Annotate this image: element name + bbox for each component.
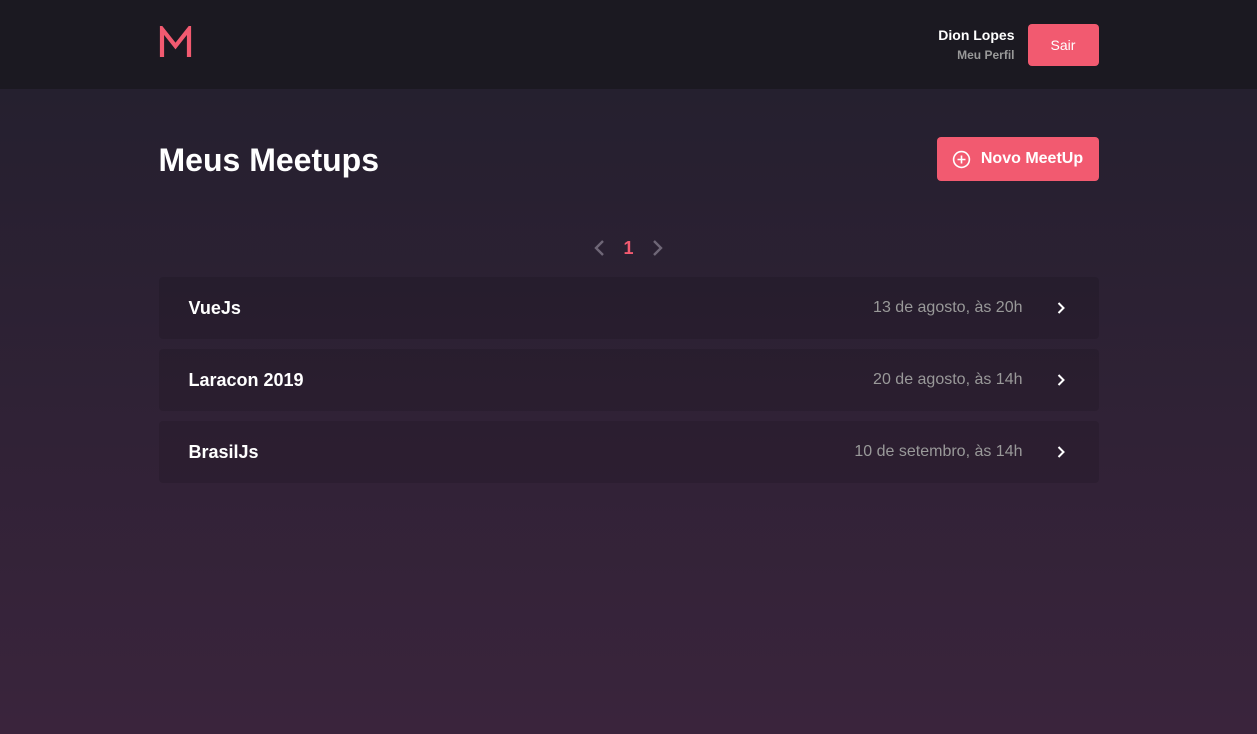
header-inner: Dion Lopes Meu Perfil Sair xyxy=(159,0,1099,89)
chevron-right-icon xyxy=(652,240,663,256)
profile-link[interactable]: Meu Perfil xyxy=(938,46,1014,64)
meetup-title: VueJs xyxy=(188,297,241,318)
meetup-meta: 13 de agosto, às 20h xyxy=(873,299,1068,317)
current-page-number: 1 xyxy=(623,237,634,258)
user-area: Dion Lopes Meu Perfil Sair xyxy=(938,23,1099,66)
logout-button[interactable]: Sair xyxy=(1027,23,1099,66)
main-content: Meus Meetups Novo MeetUp 1 VueJs 13 de a… xyxy=(158,137,1099,483)
meetup-title: Laracon 2019 xyxy=(188,369,304,390)
chevron-right-icon xyxy=(1057,374,1065,386)
meetup-date: 10 de setembro, às 14h xyxy=(854,443,1023,460)
meetup-meta: 10 de setembro, às 14h xyxy=(854,443,1068,461)
chevron-left-icon xyxy=(594,240,605,256)
title-row: Meus Meetups Novo MeetUp xyxy=(159,137,1099,181)
chevron-right-icon xyxy=(1057,302,1065,314)
user-name: Dion Lopes xyxy=(938,26,1015,43)
meetup-item[interactable]: BrasilJs 10 de setembro, às 14h xyxy=(158,421,1099,483)
new-meetup-label: Novo MeetUp xyxy=(980,150,1084,167)
new-meetup-button[interactable]: Novo MeetUp xyxy=(936,137,1099,181)
meetup-meta: 20 de agosto, às 14h xyxy=(873,371,1068,389)
chevron-right-icon xyxy=(1057,446,1065,458)
top-header: Dion Lopes Meu Perfil Sair xyxy=(0,0,1257,89)
next-page-button[interactable] xyxy=(645,236,669,260)
page-title: Meus Meetups xyxy=(158,141,379,178)
meetup-item[interactable]: VueJs 13 de agosto, às 20h xyxy=(158,277,1099,339)
meetup-list: VueJs 13 de agosto, às 20h Laracon 2019 … xyxy=(158,277,1099,483)
prev-page-button[interactable] xyxy=(588,236,612,260)
plus-circle-icon xyxy=(952,150,971,168)
user-info: Dion Lopes Meu Perfil xyxy=(938,26,1014,64)
meetup-item[interactable]: Laracon 2019 20 de agosto, às 14h xyxy=(158,349,1099,411)
meetup-date: 13 de agosto, às 20h xyxy=(873,299,1023,316)
meetapp-logo-icon[interactable] xyxy=(159,26,192,59)
meetup-title: BrasilJs xyxy=(188,441,259,462)
meetup-date: 20 de agosto, às 14h xyxy=(873,371,1023,388)
pagination: 1 xyxy=(159,236,1099,260)
